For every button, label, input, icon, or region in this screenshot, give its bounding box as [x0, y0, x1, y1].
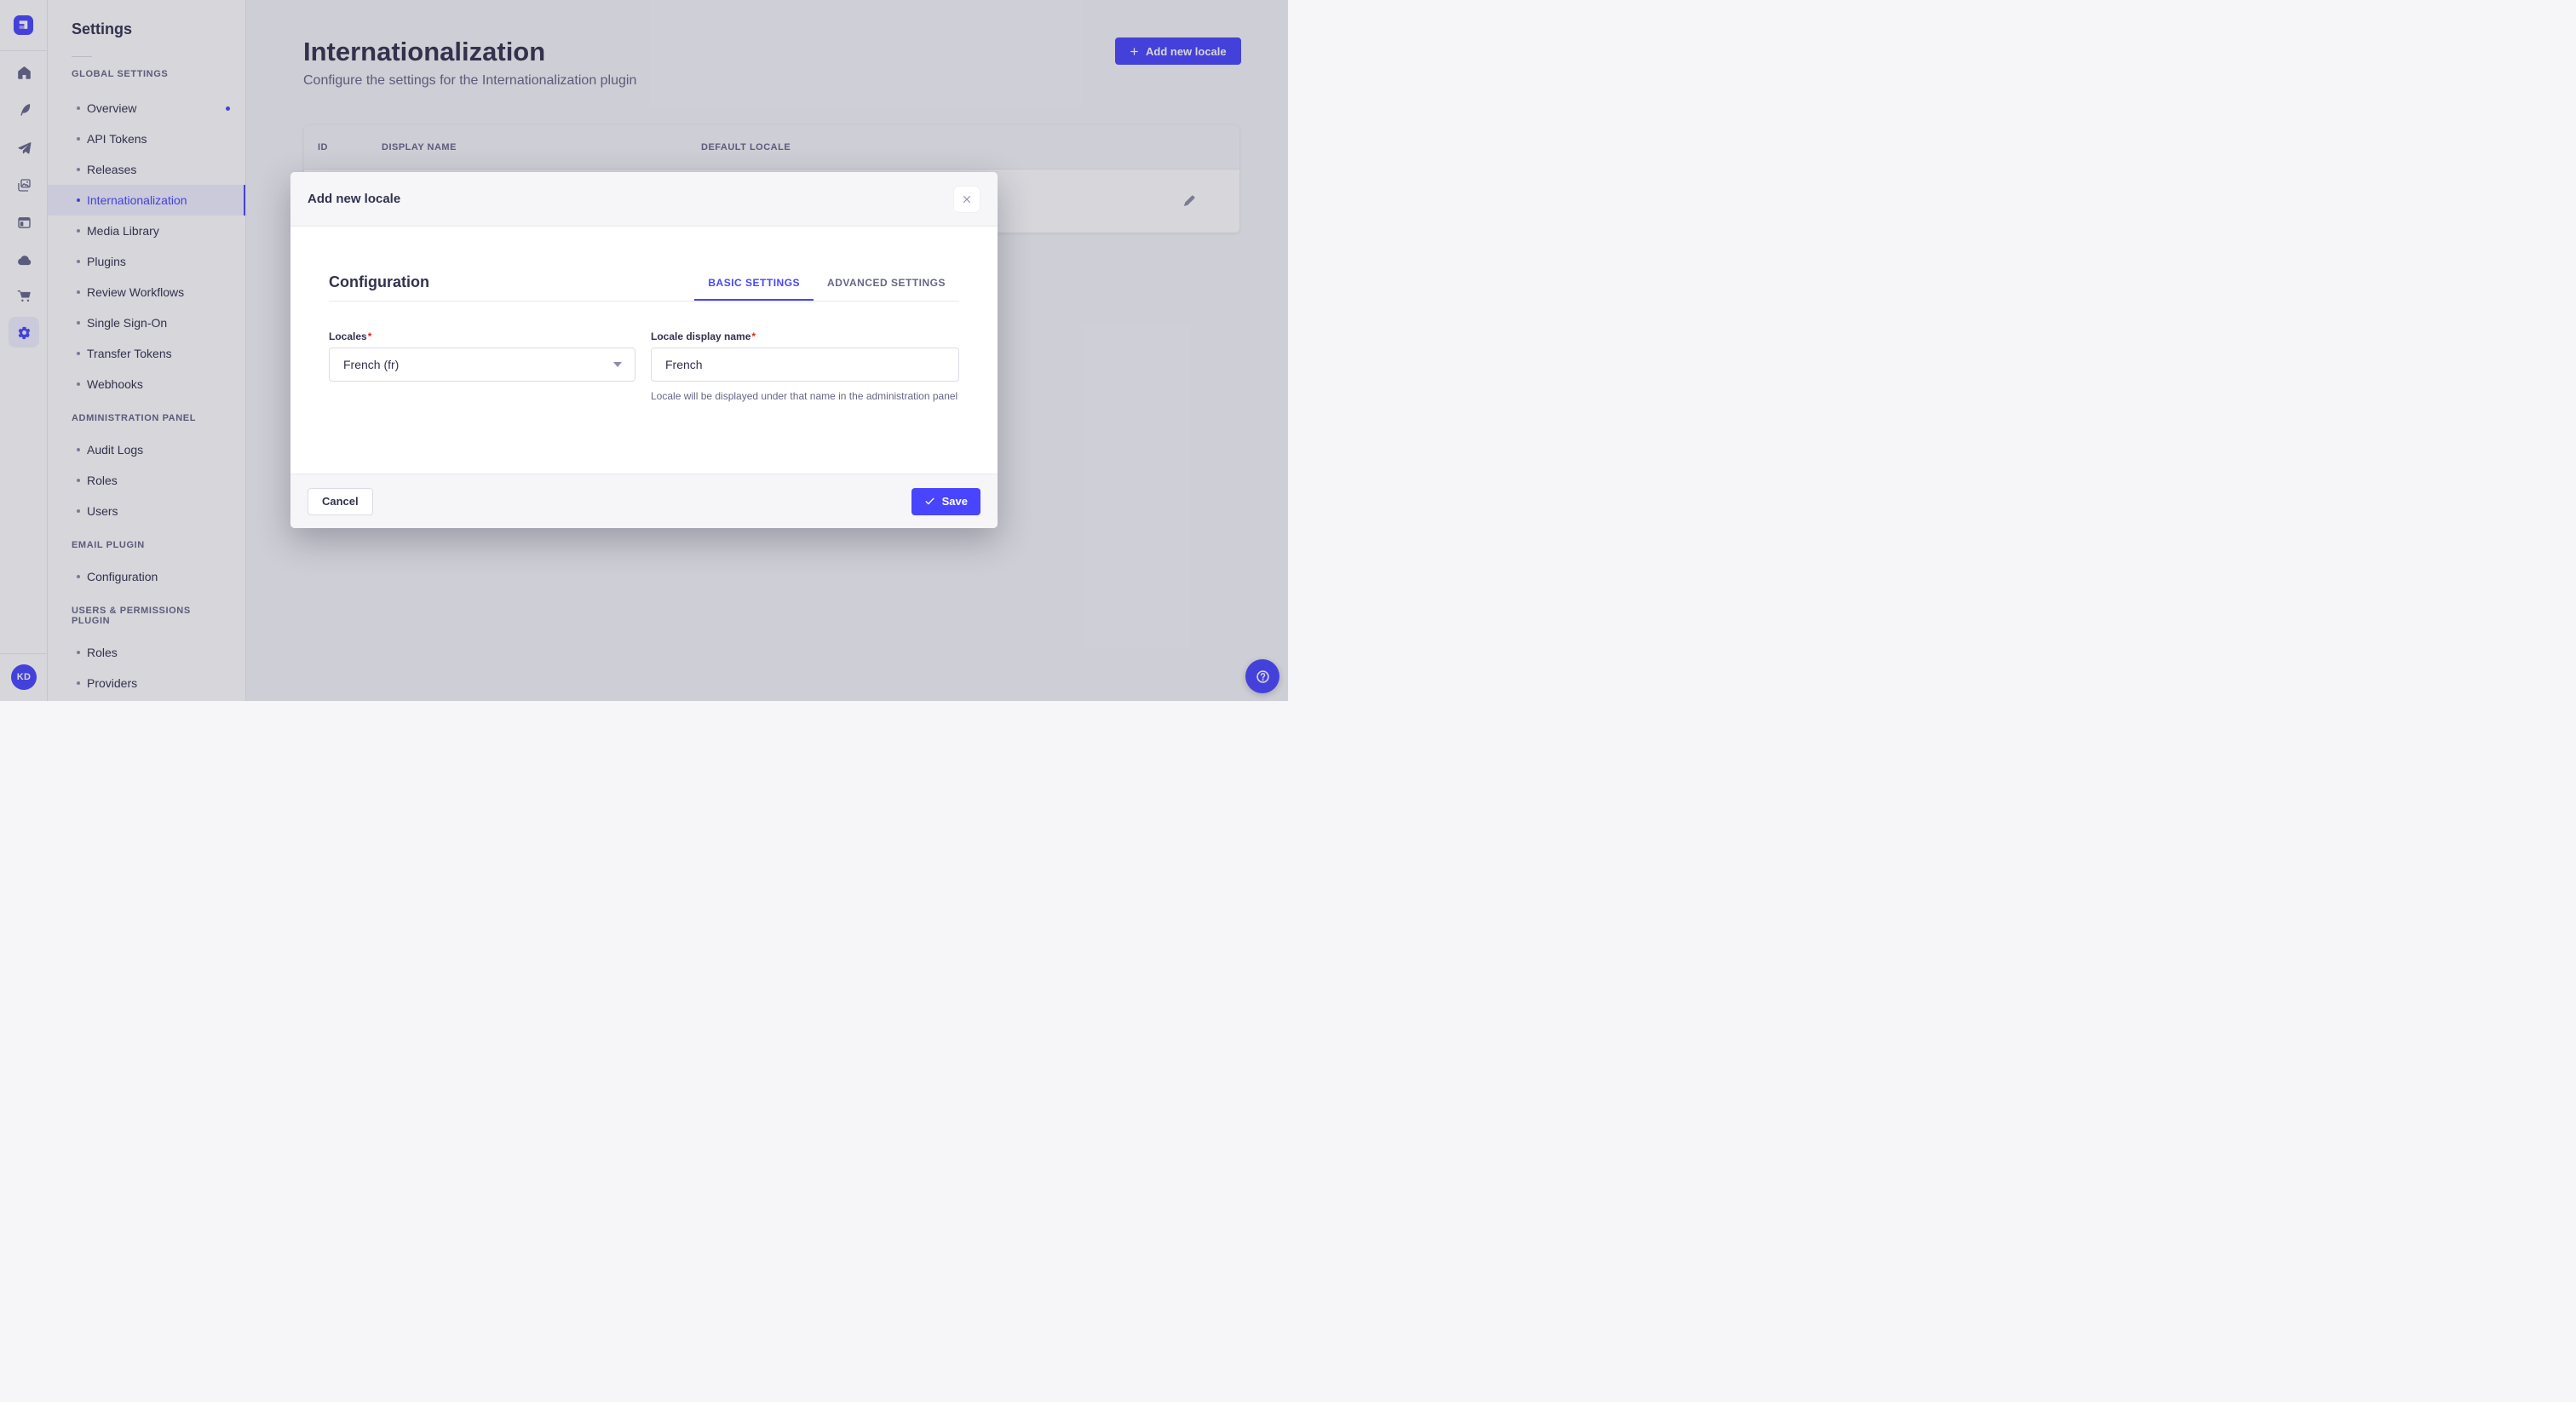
locales-select[interactable]: French (fr) [329, 348, 635, 382]
required-asterisk: * [367, 330, 372, 342]
tab-basic-settings[interactable]: BASIC SETTINGS [694, 264, 814, 301]
configuration-header-row: Configuration BASIC SETTINGS ADVANCED SET… [329, 264, 959, 302]
chevron-down-icon [613, 362, 622, 367]
cancel-button[interactable]: Cancel [308, 487, 373, 515]
locales-field: Locales* French (fr) [329, 330, 635, 404]
check-icon [925, 497, 934, 505]
display-name-field: Locale display name* Locale will be disp… [651, 330, 959, 404]
close-button[interactable] [953, 185, 980, 213]
save-button[interactable]: Save [911, 487, 980, 515]
strapi-settings-screen: KD Settings GLOBAL SETTINGS Overview API T… [0, 0, 1288, 701]
display-name-input[interactable] [651, 348, 959, 382]
save-label: Save [941, 495, 968, 508]
display-name-label: Locale display name* [651, 330, 959, 342]
settings-tabs: BASIC SETTINGS ADVANCED SETTINGS [694, 264, 959, 301]
locales-label-text: Locales [329, 330, 367, 342]
close-icon [963, 195, 970, 203]
add-locale-modal: Add new locale Configuration BASIC SETTI… [290, 172, 998, 528]
tab-advanced-settings[interactable]: ADVANCED SETTINGS [814, 264, 959, 301]
display-name-label-text: Locale display name [651, 330, 751, 342]
locales-label: Locales* [329, 330, 635, 342]
form-fields: Locales* French (fr) Locale display name… [329, 330, 959, 404]
display-name-hint: Locale will be displayed under that name… [651, 390, 958, 402]
locales-select-value: French (fr) [343, 358, 400, 371]
modal-body: Configuration BASIC SETTINGS ADVANCED SET… [290, 227, 998, 474]
modal-title: Add new locale [308, 192, 401, 206]
modal-footer: Cancel Save [290, 474, 998, 528]
configuration-title: Configuration [329, 273, 429, 290]
modal-header: Add new locale [290, 172, 998, 227]
required-asterisk: * [751, 330, 756, 342]
